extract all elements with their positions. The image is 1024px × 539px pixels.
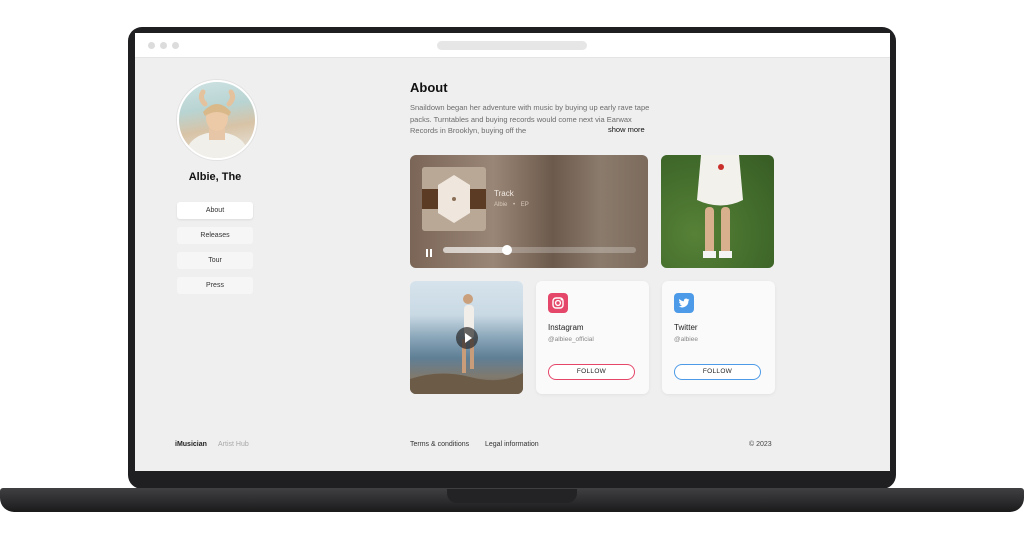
window-dot bbox=[160, 42, 167, 49]
nav-releases[interactable]: Releases bbox=[177, 227, 253, 244]
track-meta: Albie • EP bbox=[494, 202, 529, 208]
track-player: Track Albie • EP bbox=[410, 155, 648, 268]
footer-product: Artist Hub bbox=[218, 441, 249, 448]
cover-illustration bbox=[422, 167, 486, 231]
nav-tour[interactable]: Tour bbox=[177, 252, 253, 269]
twitter-follow-button[interactable]: FOLLOW bbox=[674, 364, 761, 380]
progress-fill bbox=[443, 247, 507, 253]
meta-separator: • bbox=[513, 202, 516, 208]
progress-bar[interactable] bbox=[443, 245, 636, 255]
nav-press[interactable]: Press bbox=[177, 277, 253, 294]
avatar-photo bbox=[187, 89, 247, 158]
window-dot bbox=[148, 42, 155, 49]
artist-name: Albie, The bbox=[188, 171, 242, 183]
artist-photo[interactable] bbox=[661, 155, 774, 268]
instagram-follow-button[interactable]: FOLLOW bbox=[548, 364, 635, 380]
progress-handle[interactable] bbox=[501, 245, 512, 255]
play-icon[interactable] bbox=[456, 327, 478, 349]
terms-link[interactable]: Terms & conditions bbox=[410, 441, 469, 448]
track-title: Track bbox=[494, 189, 514, 198]
instagram-card: Instagram @albiee_official FOLLOW bbox=[536, 281, 649, 394]
photo-illustration bbox=[661, 155, 774, 268]
address-bar[interactable] bbox=[437, 41, 587, 50]
twitter-handle: @albiee bbox=[674, 336, 698, 343]
twitter-label: Twitter bbox=[674, 323, 698, 332]
track-cover-art bbox=[422, 167, 486, 231]
window-dot bbox=[172, 42, 179, 49]
instagram-handle: @albiee_official bbox=[548, 336, 594, 343]
about-heading: About bbox=[410, 80, 448, 95]
track-artist: Albie bbox=[494, 202, 508, 208]
browser-window: Albie, The About Releases Tour Press Abo… bbox=[135, 33, 890, 471]
artist-avatar bbox=[177, 80, 257, 160]
legal-link[interactable]: Legal information bbox=[485, 441, 539, 448]
laptop-notch bbox=[447, 489, 577, 503]
instagram-icon bbox=[548, 293, 568, 313]
twitter-icon bbox=[674, 293, 694, 313]
copyright: © 2023 bbox=[749, 441, 772, 448]
twitter-card: Twitter @albiee FOLLOW bbox=[662, 281, 775, 394]
nav-about[interactable]: About bbox=[177, 202, 253, 219]
show-more-link[interactable]: show more bbox=[606, 125, 645, 134]
artist-video[interactable] bbox=[410, 281, 523, 394]
browser-toolbar bbox=[135, 33, 890, 58]
pause-icon[interactable] bbox=[424, 245, 434, 257]
instagram-label: Instagram bbox=[548, 323, 584, 332]
track-type: EP bbox=[520, 202, 529, 208]
footer-brand[interactable]: iMusician bbox=[175, 441, 207, 448]
